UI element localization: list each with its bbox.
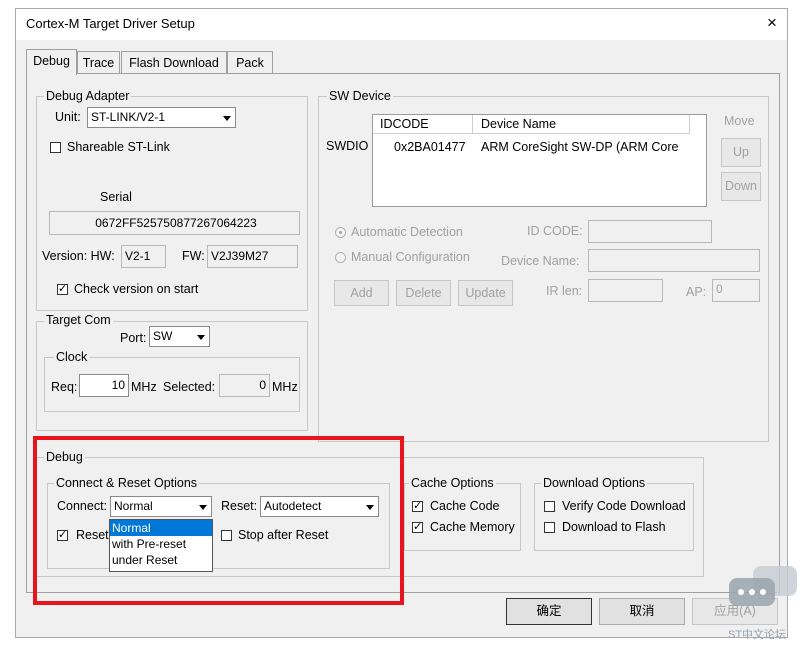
column-header-idcode[interactable]: IDCODE xyxy=(373,115,473,134)
download-to-flash-label: Download to Flash xyxy=(562,520,666,534)
cache-code-label: Cache Code xyxy=(430,499,500,513)
down-button[interactable]: Down xyxy=(721,172,761,201)
manual-config-label: Manual Configuration xyxy=(351,250,470,264)
shareable-checkbox[interactable] xyxy=(50,142,61,153)
chat-bubble-icon xyxy=(727,566,797,610)
row-idcode[interactable]: 0x2BA01477 xyxy=(394,140,466,154)
port-label: Port: xyxy=(120,331,147,345)
hw-field: V2-1 xyxy=(121,245,166,268)
download-options-label: Download Options xyxy=(541,476,648,490)
unit-label: Unit: xyxy=(55,110,81,124)
window-title: Cortex-M Target Driver Setup xyxy=(26,16,195,31)
unit-value: ST-LINK/V2-1 xyxy=(91,110,166,124)
ap-label: AP: xyxy=(686,285,707,299)
req-input[interactable]: 10 xyxy=(79,374,129,397)
fw-field: V2J39M27 xyxy=(207,245,298,268)
row-device[interactable]: ARM CoreSight SW-DP (ARM Core xyxy=(481,140,679,154)
delete-button[interactable]: Delete xyxy=(396,280,451,306)
selected-label: Selected: xyxy=(163,380,216,394)
move-label: Move xyxy=(724,114,755,128)
idcode-label: ID CODE: xyxy=(527,224,583,238)
close-icon[interactable]: × xyxy=(760,12,784,34)
shareable-label: Shareable ST-Link xyxy=(67,140,170,154)
tab-flash-download[interactable]: Flash Download xyxy=(121,51,227,73)
cache-memory-checkbox[interactable]: ✓ xyxy=(412,522,423,533)
cache-code-checkbox[interactable]: ✓ xyxy=(412,501,423,512)
ok-button[interactable]: 确定 xyxy=(506,598,592,625)
highlight-box xyxy=(33,436,404,605)
tab-trace[interactable]: Trace xyxy=(77,51,120,73)
up-button[interactable]: Up xyxy=(721,138,761,167)
verify-download-checkbox[interactable] xyxy=(544,501,555,512)
chevron-down-icon[interactable] xyxy=(192,328,208,345)
verify-download-label: Verify Code Download xyxy=(562,499,686,513)
ir-len-input[interactable] xyxy=(588,279,663,302)
port-select[interactable]: SW xyxy=(149,326,210,347)
version-hw-label: Version: HW: xyxy=(42,249,115,263)
serial-label: Serial xyxy=(100,190,132,204)
selected-field: 0 xyxy=(219,374,270,397)
column-header-device[interactable]: Device Name xyxy=(473,115,690,134)
tab-debug[interactable]: Debug xyxy=(26,49,77,75)
add-button[interactable]: Add xyxy=(334,280,389,306)
device-name-input[interactable] xyxy=(588,249,760,272)
idcode-input[interactable] xyxy=(588,220,712,243)
check-version-label: Check version on start xyxy=(74,282,199,296)
watermark-text: ST中文论坛 xyxy=(728,629,787,641)
cache-options-group xyxy=(404,483,521,551)
cancel-button[interactable]: 取消 xyxy=(599,598,685,625)
unit-select[interactable]: ST-LINK/V2-1 xyxy=(87,107,236,128)
ap-input[interactable]: 0 xyxy=(712,279,760,302)
port-value: SW xyxy=(153,329,173,343)
manual-config-radio[interactable] xyxy=(335,252,346,263)
mhz-label-2: MHz xyxy=(272,380,298,394)
update-button[interactable]: Update xyxy=(458,280,513,306)
sw-device-table[interactable]: IDCODE Device Name 0x2BA01477 ARM CoreSi… xyxy=(372,114,707,207)
cache-memory-label: Cache Memory xyxy=(430,520,515,534)
target-com-label: Target Com xyxy=(44,313,113,327)
auto-detect-radio[interactable] xyxy=(335,227,346,238)
fw-label: FW: xyxy=(182,249,205,263)
check-version-checkbox[interactable]: ✓ xyxy=(57,284,68,295)
sw-device-label: SW Device xyxy=(327,89,393,103)
swdio-label: SWDIO xyxy=(326,139,369,153)
download-to-flash-checkbox[interactable] xyxy=(544,522,555,533)
debug-adapter-group xyxy=(36,96,308,311)
cache-options-label: Cache Options xyxy=(409,476,496,490)
ir-len-label: IR len: xyxy=(546,284,583,298)
clock-label: Clock xyxy=(54,350,90,364)
debug-adapter-label: Debug Adapter xyxy=(44,89,132,103)
download-options-group xyxy=(534,483,694,551)
serial-field: 0672FF525750877267064223 xyxy=(49,211,300,235)
req-label: Req: xyxy=(51,380,78,394)
device-name-label: Device Name: xyxy=(501,254,580,268)
chevron-down-icon[interactable] xyxy=(218,109,234,126)
tab-pack[interactable]: Pack xyxy=(227,51,273,73)
mhz-label: MHz xyxy=(131,380,157,394)
auto-detect-label: Automatic Detection xyxy=(351,225,463,239)
